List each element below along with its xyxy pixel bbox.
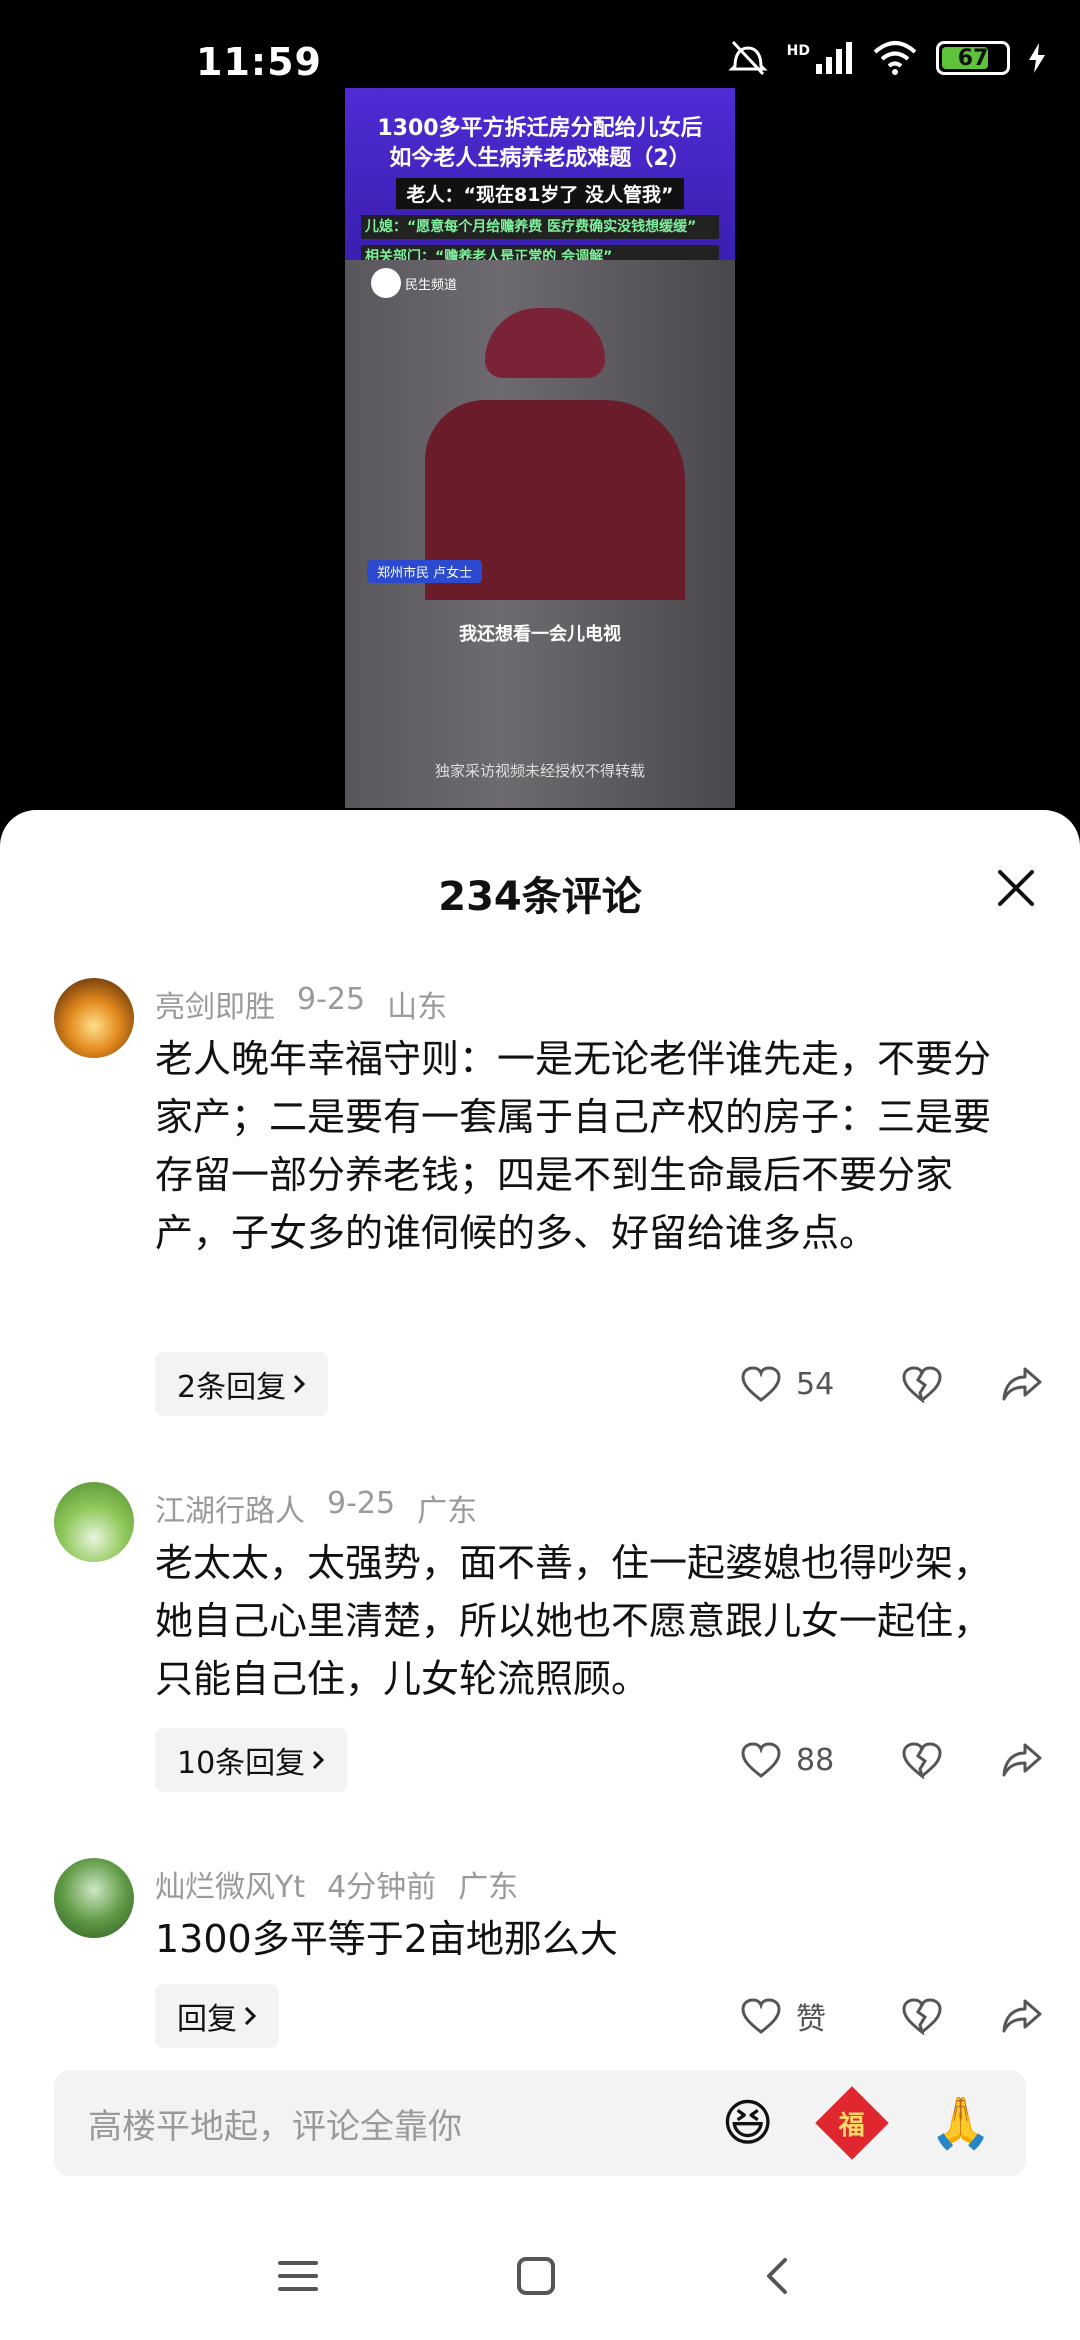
comment-text[interactable]: 老太太，太强势，面不善，住一起婆媳也得吵架，她自己心里清楚，所以她也不愿意跟儿女… <box>155 1534 1025 1708</box>
reply-button[interactable]: 回复 <box>155 1984 279 2048</box>
channel-logo: 民生频道 <box>371 268 457 298</box>
comment-date: 9-25 <box>297 982 366 1017</box>
comment-actions: 54 <box>740 1362 1044 1406</box>
like-label: 赞 <box>796 2002 826 2037</box>
comment-actions: 88 <box>740 1738 1044 1782</box>
video-title-line2: 如今老人生病养老成难题（2） <box>389 146 691 171</box>
battery-icon: 67 <box>936 41 1010 75</box>
heart-icon <box>741 1742 781 1778</box>
like-button[interactable]: 88 <box>740 1741 880 1779</box>
like-count: 88 <box>796 1742 835 1778</box>
heart-icon <box>741 1366 781 1402</box>
dislike-button[interactable] <box>900 1738 944 1782</box>
view-replies-button[interactable]: 10条回复 <box>155 1728 348 1792</box>
video-frame: 民生频道 郑州市民 卢女士 我还想看一会儿电视 独家采访视频未经授权不得转载 <box>345 260 735 808</box>
broken-heart-icon <box>902 1366 942 1403</box>
avatar[interactable] <box>54 978 134 1058</box>
menu-icon <box>278 2261 318 2291</box>
comment-region: 广东 <box>458 1870 519 1905</box>
comment-meta: 灿烂微风Yt 4分钟前 广东 <box>155 1862 518 1906</box>
heart-icon <box>741 1998 781 2034</box>
clock: 11:59 <box>196 40 322 84</box>
chevron-right-icon <box>244 2006 257 2026</box>
wifi-icon <box>873 41 917 75</box>
share-button[interactable] <box>1000 1994 1044 2038</box>
video-title-banner: 1300多平方拆迁房分配给儿女后 如今老人生病养老成难题（2） 老人：“现在81… <box>345 88 735 269</box>
like-button[interactable]: 54 <box>740 1365 880 1403</box>
video-title-line1: 1300多平方拆迁房分配给儿女后 <box>377 116 703 141</box>
charging-icon <box>1029 43 1045 73</box>
comments-count-title: 234条评论 <box>438 874 642 920</box>
comment-username[interactable]: 亮剑即胜 <box>155 982 275 1026</box>
comment-text[interactable]: 1300多平等于2亩地那么大 <box>155 1910 1025 1968</box>
comment-input-placeholder[interactable]: 高楼平地起，评论全靠你 <box>88 2099 684 2148</box>
comment-date: 9-25 <box>327 1486 396 1521</box>
comment-region: 山东 <box>387 990 448 1025</box>
video-watermark: 独家采访视频未经授权不得转载 <box>434 762 645 780</box>
broken-heart-icon <box>902 1742 942 1779</box>
comment-actions: 赞 <box>740 1994 1044 2038</box>
video-caption: 我还想看一会儿电视 <box>459 624 621 645</box>
home-icon <box>517 2257 555 2295</box>
laughing-emoji-icon[interactable]: 😆 <box>722 2094 774 2152</box>
like-button[interactable]: 赞 <box>740 1994 880 2038</box>
dislike-button[interactable] <box>900 1362 944 1406</box>
close-icon <box>998 870 1034 906</box>
replies-label: 10条回复 <box>177 1746 306 1781</box>
broken-heart-icon <box>902 1998 942 2035</box>
reply-label: 回复 <box>177 2002 237 2037</box>
avatar[interactable] <box>54 1858 134 1938</box>
share-button[interactable] <box>1000 1738 1044 1782</box>
system-nav-bar <box>0 2230 1080 2320</box>
comment-meta: 江湖行路人 9-25 广东 <box>155 1486 477 1530</box>
network-label: HD <box>786 43 810 59</box>
video-subtitle: 老人：“现在81岁了 没人管我” <box>396 178 684 209</box>
comment-meta: 亮剑即胜 9-25 山东 <box>155 982 447 1026</box>
back-button[interactable] <box>746 2246 806 2306</box>
comment-input[interactable]: 高楼平地起，评论全靠你 😆 福 🙏 <box>54 2070 1026 2176</box>
home-button[interactable] <box>506 2246 566 2306</box>
chevron-right-icon <box>294 1374 306 1394</box>
share-button[interactable] <box>1000 1362 1044 1406</box>
video-player[interactable]: 1300多平方拆迁房分配给儿女后 如今老人生病养老成难题（2） 老人：“现在81… <box>345 88 735 808</box>
location-tag: 郑州市民 卢女士 <box>367 560 483 583</box>
fu-sticker-icon[interactable]: 福 <box>814 2086 889 2160</box>
status-icons: HD 67 <box>727 38 1046 78</box>
comment-region: 广东 <box>417 1494 478 1529</box>
back-icon <box>767 2258 787 2294</box>
share-icon <box>1002 1743 1042 1777</box>
avatar[interactable] <box>54 1482 134 1562</box>
chevron-right-icon <box>313 1750 325 1770</box>
mute-icon <box>728 40 768 76</box>
menu-button[interactable] <box>268 2246 328 2306</box>
like-count: 54 <box>796 1366 835 1402</box>
fu-label: 福 <box>838 2110 865 2141</box>
share-icon <box>1002 1367 1042 1401</box>
view-replies-button[interactable]: 2条回复 <box>155 1352 329 1416</box>
channel-name: 民生频道 <box>405 277 458 293</box>
person-hat <box>485 308 605 378</box>
close-button[interactable] <box>988 860 1044 916</box>
comment-date: 4分钟前 <box>327 1870 437 1905</box>
video-quote-1: 儿媳：“愿意每个月给赡养费 医疗费确实没钱想缓缓” <box>361 215 719 239</box>
channel-logo-icon <box>371 268 401 298</box>
comment-text[interactable]: 老人晚年幸福守则：一是无论老伴谁先走，不要分家产；二是要有一套属于自己产权的房子… <box>155 1030 1025 1262</box>
signal-icon <box>816 42 852 74</box>
replies-label: 2条回复 <box>177 1370 287 1405</box>
praying-hands-emoji-icon[interactable]: 🙏 <box>930 2094 992 2153</box>
comment-username[interactable]: 灿烂微风Yt <box>155 1862 305 1906</box>
comment-username[interactable]: 江湖行路人 <box>155 1486 305 1530</box>
share-icon <box>1002 1999 1042 2033</box>
dislike-button[interactable] <box>900 1994 944 2038</box>
